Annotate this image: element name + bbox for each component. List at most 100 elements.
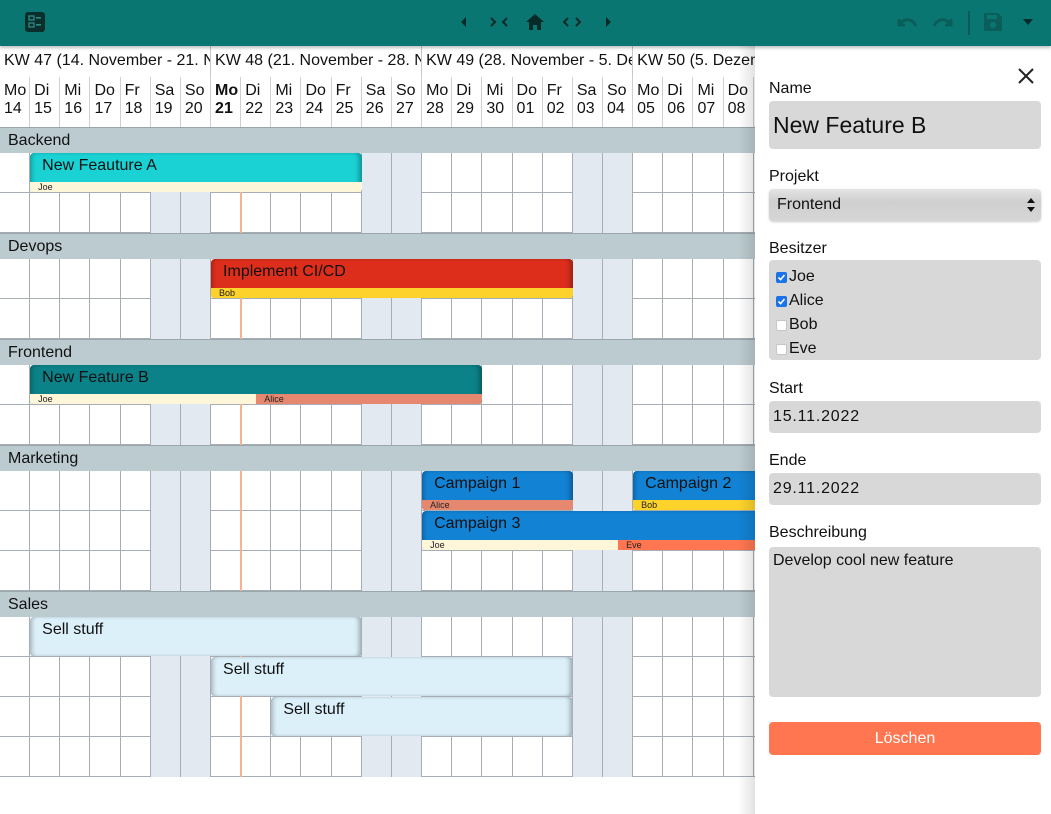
day-cell[interactable] [452,405,483,445]
day-cell[interactable] [150,551,181,591]
day-cell[interactable] [0,737,31,777]
day-cell[interactable] [663,153,694,193]
day-cell[interactable] [572,471,603,511]
day-header[interactable]: Mi 16 [60,77,91,127]
day-cell[interactable] [603,551,634,591]
day-cell[interactable] [90,551,121,591]
day-cell[interactable] [211,511,242,551]
day-cell[interactable] [211,405,242,445]
day-cell[interactable] [633,193,664,233]
day-header[interactable]: Mi 30 [482,77,513,127]
day-cell[interactable] [180,657,212,697]
day-cell[interactable] [572,405,603,445]
day-header[interactable]: Mo 28 [422,77,453,127]
day-cell[interactable] [90,657,121,697]
day-cell[interactable] [60,737,91,777]
day-cell[interactable] [572,365,603,405]
day-cell[interactable] [60,511,91,551]
day-cell[interactable] [90,299,121,339]
day-cell[interactable] [211,193,242,233]
group-header[interactable]: Frontend [0,339,760,365]
day-cell[interactable] [633,405,664,445]
day-cell[interactable] [543,365,573,405]
day-cell[interactable] [0,551,31,591]
day-header[interactable]: Sa 03 [573,77,603,127]
day-cell[interactable] [30,511,61,551]
day-cell[interactable] [271,551,302,591]
day-cell[interactable] [361,193,392,233]
day-cell[interactable] [422,299,453,339]
prev-button[interactable] [456,8,472,36]
day-cell[interactable] [633,617,664,657]
day-cell[interactable] [572,153,603,193]
day-cell[interactable] [663,259,694,299]
day-header[interactable]: Di 29 [452,77,483,127]
task-bar[interactable]: New Feauture A Joe [30,153,362,192]
day-cell[interactable] [90,471,121,511]
day-cell[interactable] [693,365,724,405]
day-cell[interactable] [302,405,332,445]
day-cell[interactable] [633,697,664,737]
day-cell[interactable] [482,193,513,233]
day-cell[interactable] [361,405,392,445]
day-cell[interactable] [90,193,121,233]
day-header[interactable]: So 27 [392,77,423,127]
day-cell[interactable] [361,471,392,511]
day-cell[interactable] [603,299,634,339]
day-cell[interactable] [150,259,181,299]
day-cell[interactable] [603,365,634,405]
day-cell[interactable] [0,153,31,193]
day-cell[interactable] [241,737,272,777]
day-cell[interactable] [271,511,302,551]
day-cell[interactable] [603,259,634,299]
day-cell[interactable] [663,657,694,697]
day-cell[interactable] [603,405,634,445]
day-cell[interactable] [391,511,423,551]
day-cell[interactable] [482,299,513,339]
day-cell[interactable] [693,153,724,193]
day-cell[interactable] [241,299,272,339]
day-cell[interactable] [241,471,272,511]
day-cell[interactable] [482,153,513,193]
day-cell[interactable] [180,259,212,299]
day-cell[interactable] [663,697,694,737]
day-cell[interactable] [572,657,603,697]
day-header[interactable]: Mo 05 [633,77,664,127]
day-cell[interactable] [60,299,91,339]
day-cell[interactable] [482,617,513,657]
day-cell[interactable] [513,551,543,591]
save-button[interactable] [982,8,1004,36]
day-cell[interactable] [572,617,603,657]
day-cell[interactable] [572,737,603,777]
day-cell[interactable] [332,471,362,511]
day-cell[interactable] [121,551,151,591]
day-cell[interactable] [211,737,242,777]
day-cell[interactable] [60,193,91,233]
task-bar[interactable]: Sell stuff [271,697,573,736]
day-cell[interactable] [150,511,181,551]
day-cell[interactable] [513,365,543,405]
day-cell[interactable] [422,737,453,777]
day-cell[interactable] [0,405,31,445]
day-header[interactable]: Di 22 [241,77,272,127]
day-cell[interactable] [361,551,392,591]
task-bar[interactable]: Sell stuff [211,657,573,696]
day-cell[interactable] [452,193,483,233]
day-cell[interactable] [663,551,694,591]
day-cell[interactable] [633,365,664,405]
day-header[interactable]: Mo 14 [0,77,31,127]
task-bar[interactable]: Campaign 1 Alice [422,471,573,510]
day-cell[interactable] [543,405,573,445]
day-cell[interactable] [572,551,603,591]
day-cell[interactable] [30,697,61,737]
day-cell[interactable] [452,551,483,591]
day-cell[interactable] [543,153,573,193]
day-cell[interactable] [90,697,121,737]
owner-checkbox-item[interactable]: Eve [776,337,1041,361]
zoom-out-button[interactable] [561,8,583,36]
day-cell[interactable] [332,551,362,591]
day-cell[interactable] [332,511,362,551]
day-cell[interactable] [693,657,724,697]
delete-button[interactable]: Löschen [769,722,1041,755]
day-cell[interactable] [302,299,332,339]
